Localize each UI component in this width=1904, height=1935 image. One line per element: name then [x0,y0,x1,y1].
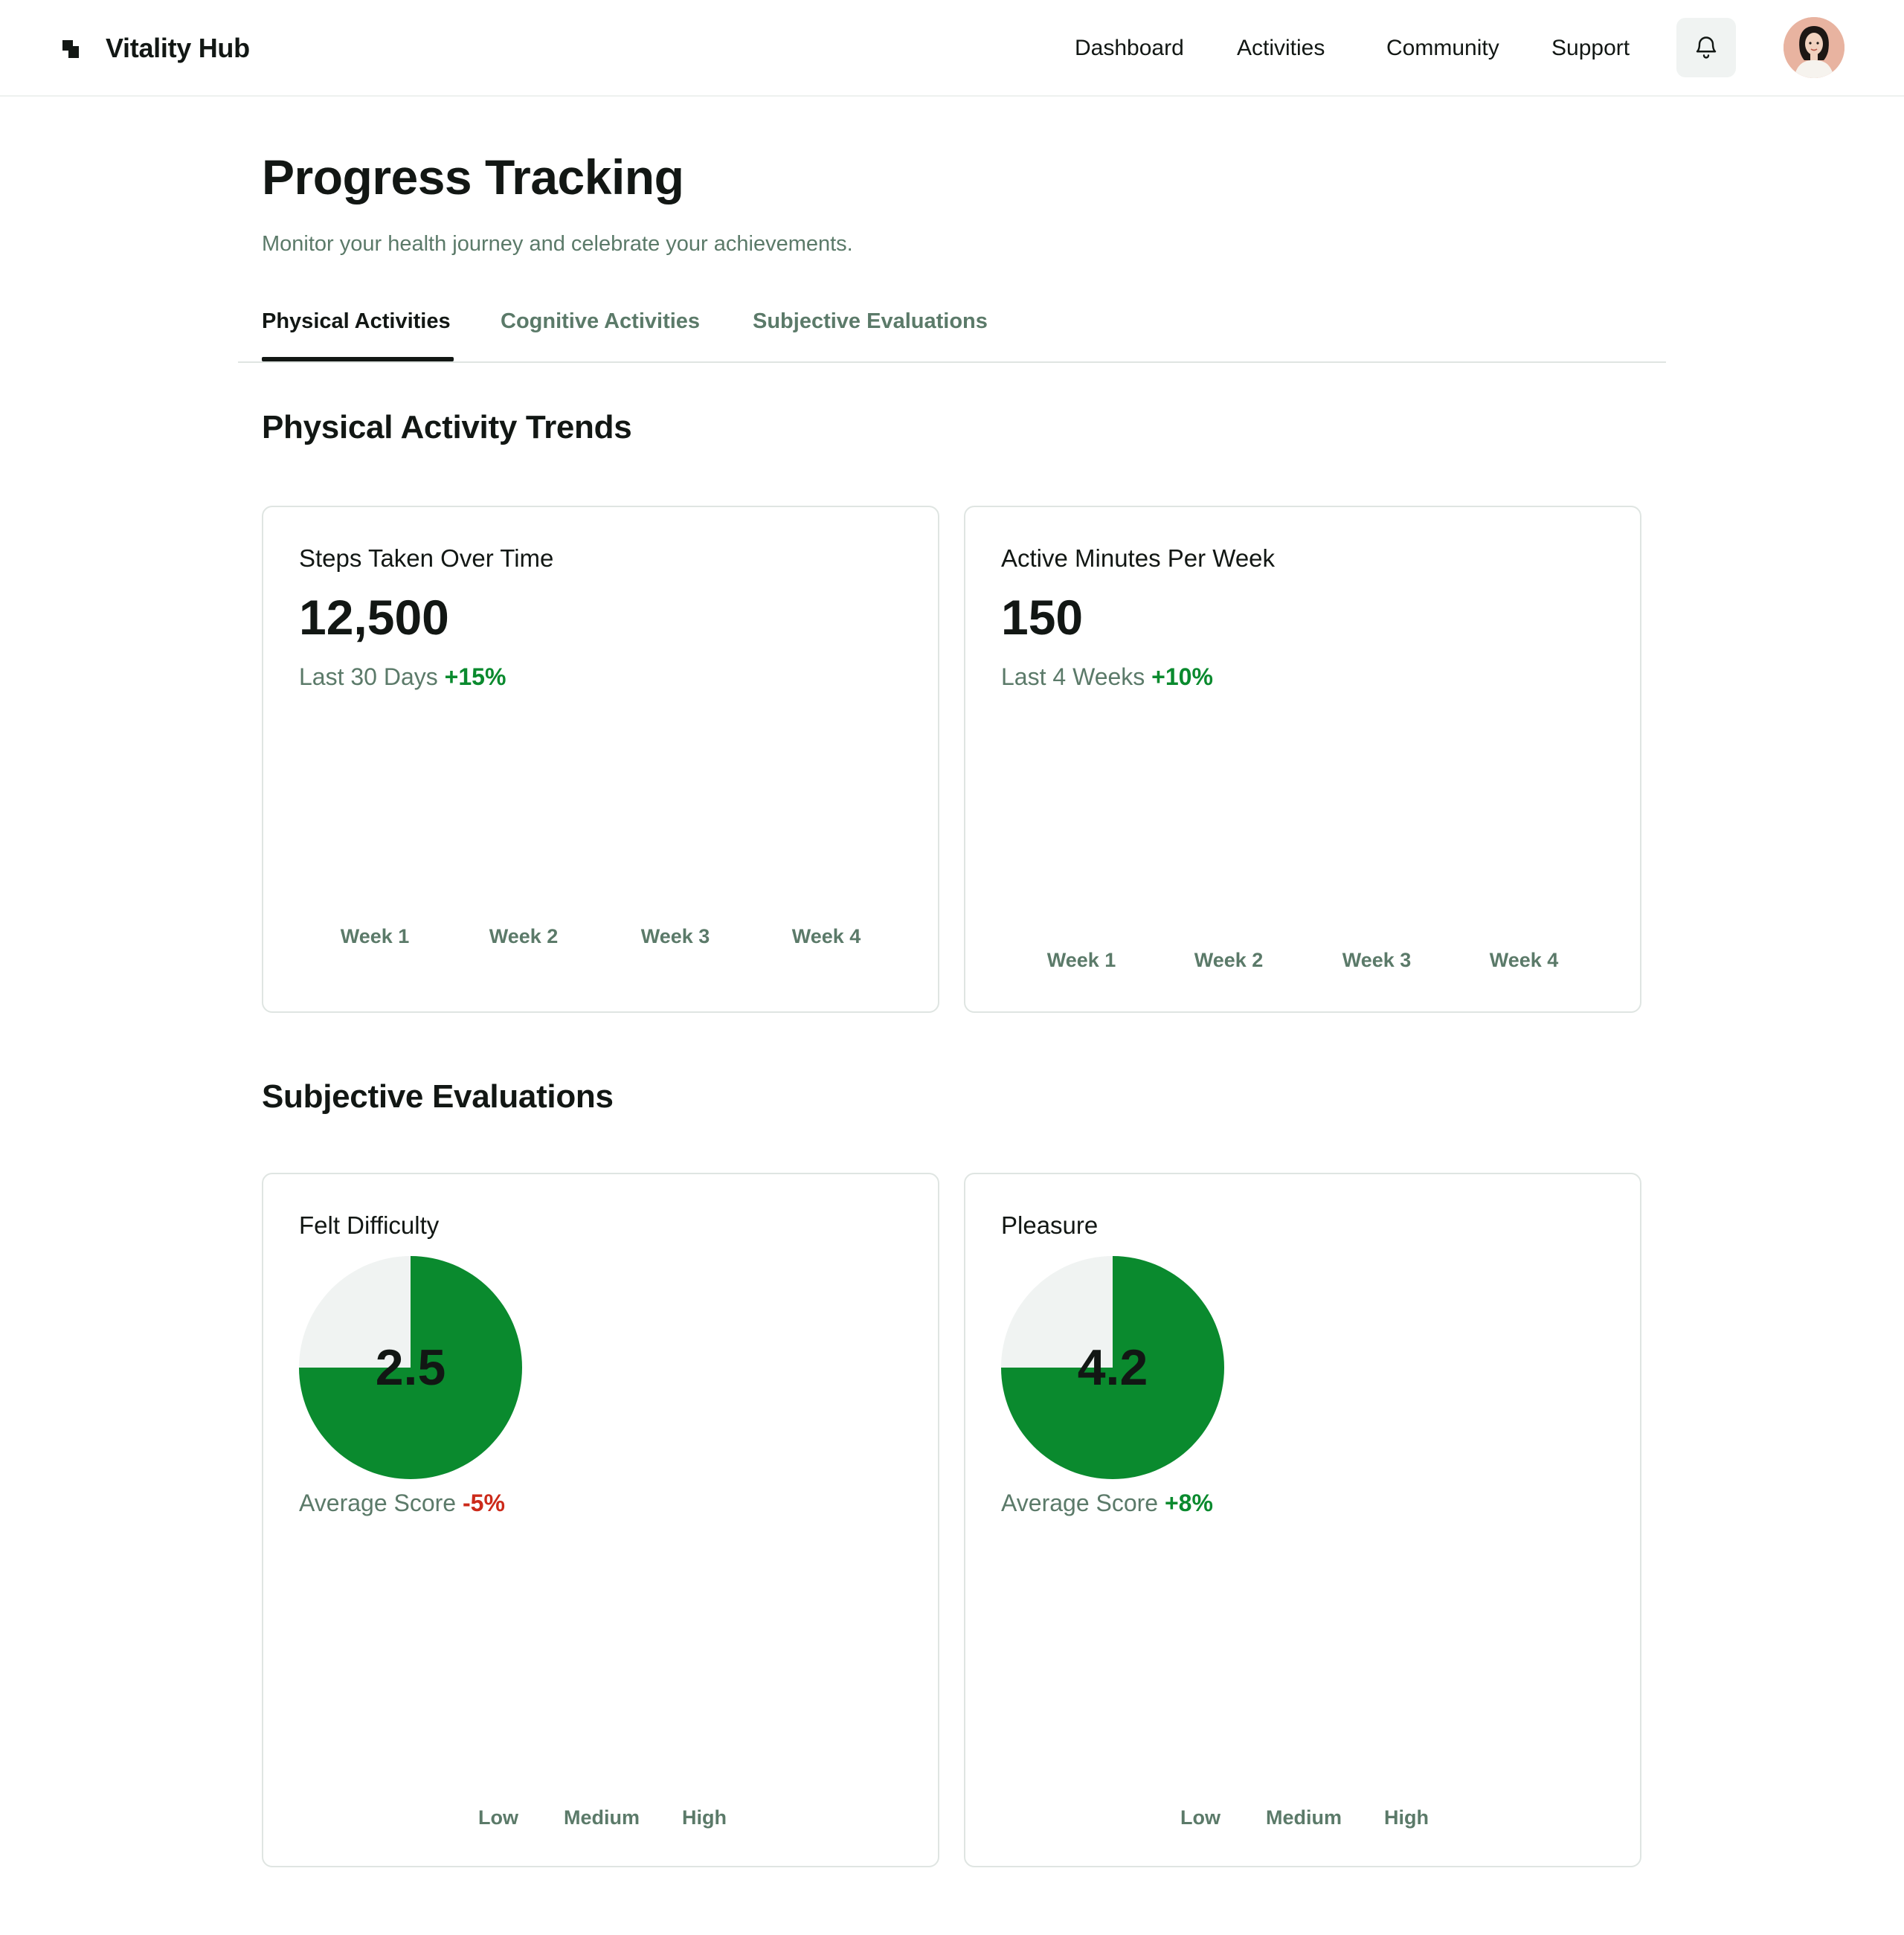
section-title-physical: Physical Activity Trends [262,409,632,445]
nav-activities[interactable]: Activities [1237,36,1325,61]
tab-physical-activities[interactable]: Physical Activities [262,309,451,334]
difficulty-pie-chart: 2.5 [299,1256,522,1479]
page-subtitle: Monitor your health journey and celebrat… [262,232,853,256]
axis-label-week-1: Week 1 [1046,949,1116,971]
bell-icon [1696,36,1717,59]
tab-cognitive-activities[interactable]: Cognitive Activities [501,309,700,334]
card-title: Active Minutes Per Week [1001,544,1276,572]
average-score-label: Average Score [299,1490,457,1516]
card-title: Pleasure [1001,1211,1099,1239]
axis-label-week-4: Week 4 [791,925,861,947]
user-avatar[interactable] [1784,17,1844,78]
axis-label-high: High [1384,1806,1429,1829]
period-label: Last 30 Days [299,663,438,690]
axis-label-low: Low [1180,1806,1220,1829]
notifications-button[interactable] [1676,18,1736,77]
axis-label-week-2: Week 2 [489,925,559,947]
period-label: Last 4 Weeks [1001,663,1145,690]
pie-value: 4.2 [1077,1339,1148,1396]
axis-label-week-1: Week 1 [340,925,410,947]
card-title: Felt Difficulty [299,1211,440,1239]
nav-support[interactable]: Support [1551,36,1630,61]
nav-community[interactable]: Community [1386,36,1499,61]
nav-dashboard[interactable]: Dashboard [1075,36,1184,61]
avatar-portrait [1784,17,1844,78]
axis-label-high: High [682,1806,727,1829]
card-period: Last 4 Weeks +10% [1001,663,1213,691]
axis-label-medium: Medium [1265,1806,1342,1829]
axis-label-week-4: Week 4 [1489,949,1559,971]
axis-label-medium: Medium [563,1806,640,1829]
pie-value: 2.5 [375,1339,446,1396]
axis-label-week-3: Week 3 [1342,949,1412,971]
delta-badge: +15% [444,663,506,690]
top-navigation-bar: Vitality Hub Dashboard Activities Commun… [0,0,1904,97]
axis-label-week-3: Week 3 [640,925,710,947]
card-value: 150 [1001,590,1084,645]
active-tab-indicator [262,357,454,361]
delta-badge: -5% [462,1490,505,1516]
axis-label-low: Low [478,1806,518,1829]
brand[interactable]: Vitality Hub [60,30,250,67]
section-title-subjective: Subjective Evaluations [262,1078,614,1115]
average-score-label: Average Score [1001,1490,1159,1516]
vitality-logo-icon [60,37,82,59]
delta-badge: +10% [1151,663,1213,690]
card-period: Last 30 Days +15% [299,663,506,691]
pleasure-card: Pleasure 4.2 Average Score +8% Low Mediu… [964,1173,1641,1867]
card-title: Steps Taken Over Time [299,544,554,572]
steps-card: Steps Taken Over Time 12,500 Last 30 Day… [262,506,939,1013]
page-title: Progress Tracking [262,149,684,205]
axis-label-week-2: Week 2 [1194,949,1264,971]
tab-subjective-evaluations[interactable]: Subjective Evaluations [753,309,988,334]
card-value: 12,500 [299,590,449,645]
active-minutes-card: Active Minutes Per Week 150 Last 4 Weeks… [964,506,1641,1013]
brand-name: Vitality Hub [106,33,250,63]
tab-bar: Physical Activities Cognitive Activities… [238,297,1666,363]
pleasure-pie-chart: 4.2 [1001,1256,1224,1479]
felt-difficulty-card: Felt Difficulty 2.5 Average Score -5% Lo… [262,1173,939,1867]
average-score-line: Average Score -5% [299,1490,505,1517]
average-score-line: Average Score +8% [1001,1490,1213,1517]
delta-badge: +8% [1164,1490,1213,1516]
